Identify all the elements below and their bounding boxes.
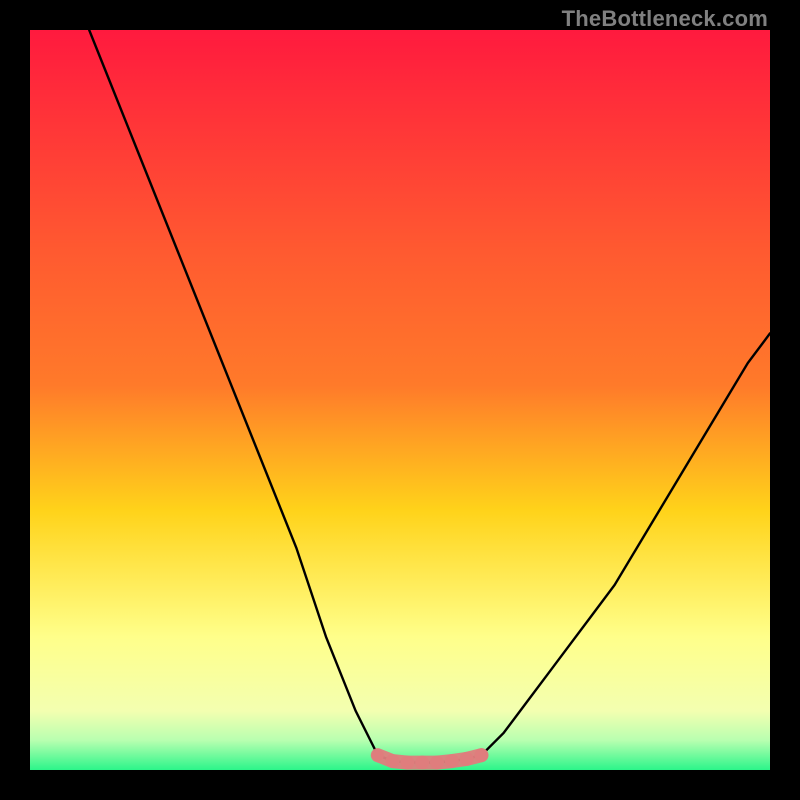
- highlight-dot: [430, 756, 444, 770]
- highlight-dot: [460, 752, 474, 766]
- chart-svg: [30, 30, 770, 770]
- chart-frame: TheBottleneck.com: [0, 0, 800, 800]
- highlight-dot: [400, 756, 414, 770]
- highlight-dot: [474, 748, 488, 762]
- gradient-background: [30, 30, 770, 770]
- highlight-dot: [415, 756, 429, 770]
- highlight-dot: [445, 754, 459, 768]
- highlight-dot: [386, 754, 400, 768]
- watermark-text: TheBottleneck.com: [562, 6, 768, 32]
- highlight-dot: [372, 749, 384, 761]
- plot-area: [30, 30, 770, 770]
